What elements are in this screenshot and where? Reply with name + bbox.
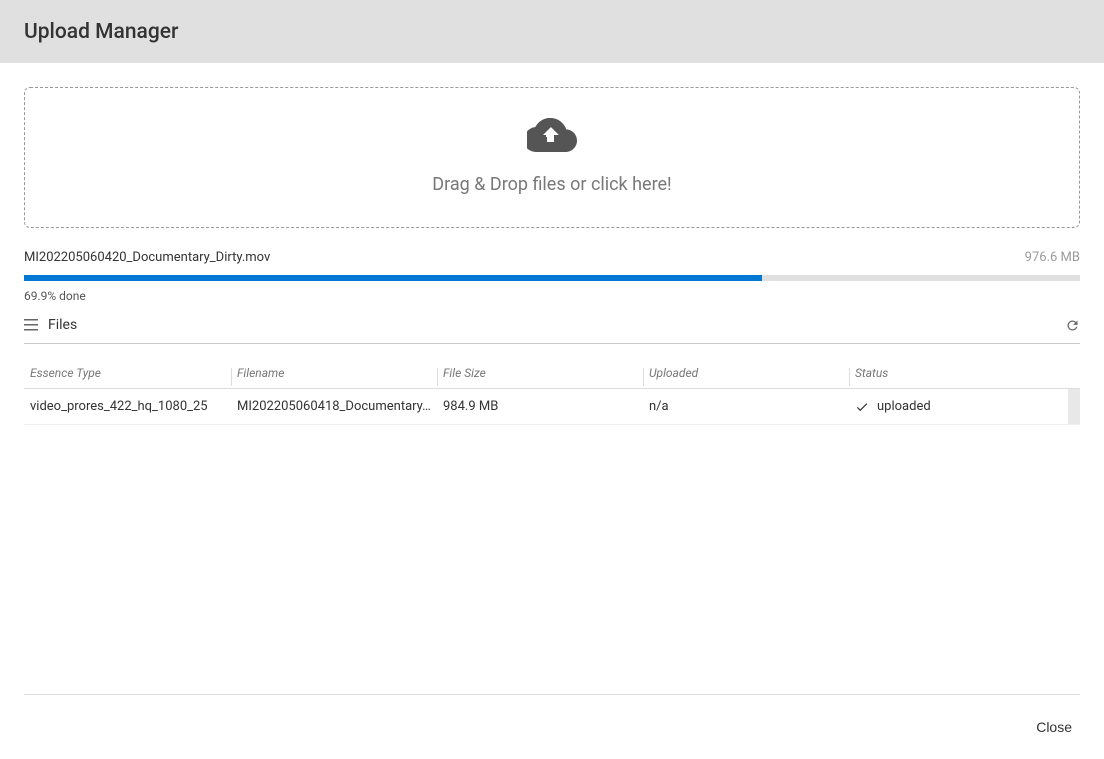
footer: Close xyxy=(24,694,1080,759)
cell-status: uploaded xyxy=(849,399,1080,414)
cell-essence: video_prores_422_hq_1080_25 xyxy=(24,399,231,414)
progress-fill xyxy=(24,275,762,281)
col-header-uploaded[interactable]: Uploaded xyxy=(643,366,849,380)
chevron-left-icon[interactable] xyxy=(1068,389,1080,424)
col-header-status[interactable]: Status xyxy=(849,366,1080,380)
col-header-filename[interactable]: Filename xyxy=(231,366,437,380)
cell-status-text: uploaded xyxy=(877,399,931,414)
upload-size: 976.6 MB xyxy=(1025,250,1080,265)
files-section: Files Essence Type Filename File Size Up… xyxy=(24,317,1080,425)
dropzone-text: Drag & Drop files or click here! xyxy=(432,174,671,195)
refresh-icon[interactable] xyxy=(1065,318,1080,333)
upload-filename: MI202205060420_Documentary_Dirty.mov xyxy=(24,250,270,265)
progress-bar xyxy=(24,275,1080,281)
dropzone[interactable]: Drag & Drop files or click here! xyxy=(24,87,1080,228)
table-row[interactable]: video_prores_422_hq_1080_25 MI2022050604… xyxy=(24,389,1080,425)
table-header: Essence Type Filename File Size Uploaded… xyxy=(24,366,1080,389)
cell-filename: MI202205060418_Documentary... xyxy=(231,399,437,414)
progress-label: 69.9% done xyxy=(24,289,1080,303)
header: Upload Manager xyxy=(0,0,1104,63)
col-header-filesize[interactable]: File Size xyxy=(437,366,643,380)
cloud-upload-icon xyxy=(527,118,577,156)
close-button[interactable]: Close xyxy=(1028,715,1080,739)
upload-row-top: MI202205060420_Documentary_Dirty.mov 976… xyxy=(24,250,1080,265)
col-header-essence[interactable]: Essence Type xyxy=(24,366,231,380)
files-header: Files xyxy=(24,317,1080,344)
content-area: Drag & Drop files or click here! MI20220… xyxy=(0,63,1104,449)
upload-progress-section: MI202205060420_Documentary_Dirty.mov 976… xyxy=(24,250,1080,303)
check-icon xyxy=(855,400,869,414)
cell-uploaded: n/a xyxy=(643,399,849,414)
page-title: Upload Manager xyxy=(24,20,178,44)
files-header-left: Files xyxy=(24,317,77,333)
menu-icon[interactable] xyxy=(24,319,38,331)
files-table: Essence Type Filename File Size Uploaded… xyxy=(24,366,1080,425)
cell-filesize: 984.9 MB xyxy=(437,399,643,414)
files-header-title: Files xyxy=(48,317,77,333)
